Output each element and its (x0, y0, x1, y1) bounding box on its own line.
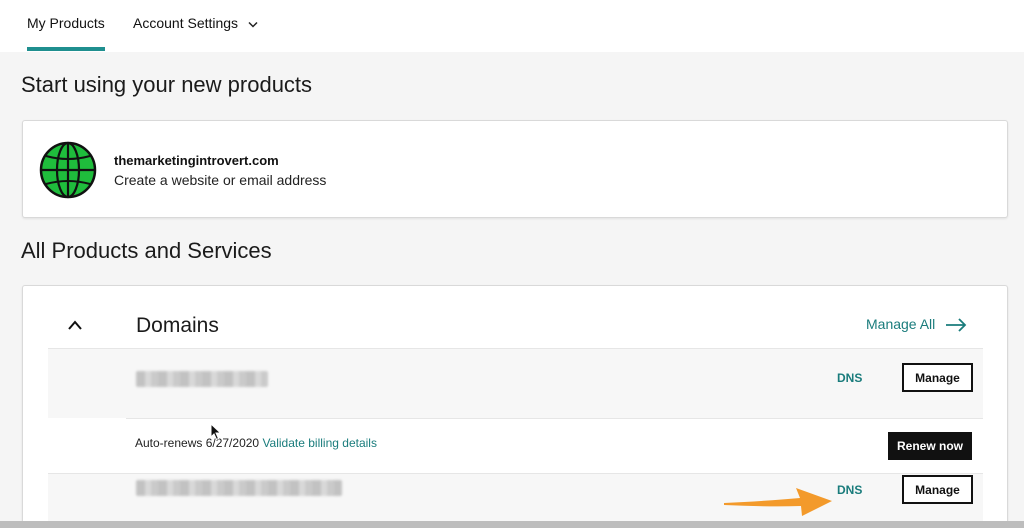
domains-section-title: Domains (136, 314, 219, 337)
manage-all-link[interactable]: Manage All (866, 316, 967, 332)
chevron-up-icon[interactable] (67, 319, 83, 331)
dns-link[interactable]: DNS (837, 371, 862, 385)
active-tab-indicator (27, 47, 105, 51)
chevron-down-icon (248, 21, 258, 28)
new-products-heading: Start using your new products (21, 72, 313, 97)
all-products-heading: All Products and Services (21, 238, 272, 263)
annotation-arrow-icon (724, 488, 832, 516)
mouse-cursor-icon (210, 423, 222, 441)
renewal-notice: Auto-renews 6/27/2020 Validate billing d… (126, 418, 983, 473)
domain-row: DNS Manage (48, 473, 983, 528)
top-navigation: My Products Account Settings (0, 0, 1024, 52)
tab-account-settings-label: Account Settings (133, 15, 239, 31)
domains-card: Domains Manage All DNS Manage Auto-renew… (22, 285, 1008, 528)
arrow-right-icon (946, 318, 967, 332)
renew-now-button[interactable]: Renew now (888, 432, 972, 460)
tab-account-settings[interactable]: Account Settings (133, 15, 258, 31)
blurred-domain-name (136, 371, 268, 387)
validate-billing-link[interactable]: Validate billing details (262, 436, 377, 450)
dns-link[interactable]: DNS (837, 483, 862, 497)
new-product-card[interactable]: themarketingintrovert.com Create a websi… (22, 120, 1008, 218)
auto-renew-date: Auto-renews 6/27/2020 (135, 436, 260, 450)
page-bottom-edge (0, 521, 1024, 528)
blurred-domain-name (136, 480, 342, 496)
domain-row: DNS Manage (48, 348, 983, 418)
globe-icon (39, 141, 97, 199)
new-domain-description: Create a website or email address (114, 172, 327, 188)
manage-button[interactable]: Manage (902, 363, 973, 392)
manage-all-label: Manage All (866, 316, 936, 332)
auto-renew-text: Auto-renews 6/27/2020 Validate billing d… (135, 436, 377, 450)
manage-button[interactable]: Manage (902, 475, 973, 504)
tab-my-products[interactable]: My Products (27, 15, 105, 31)
new-domain-name: themarketingintrovert.com (114, 153, 279, 168)
